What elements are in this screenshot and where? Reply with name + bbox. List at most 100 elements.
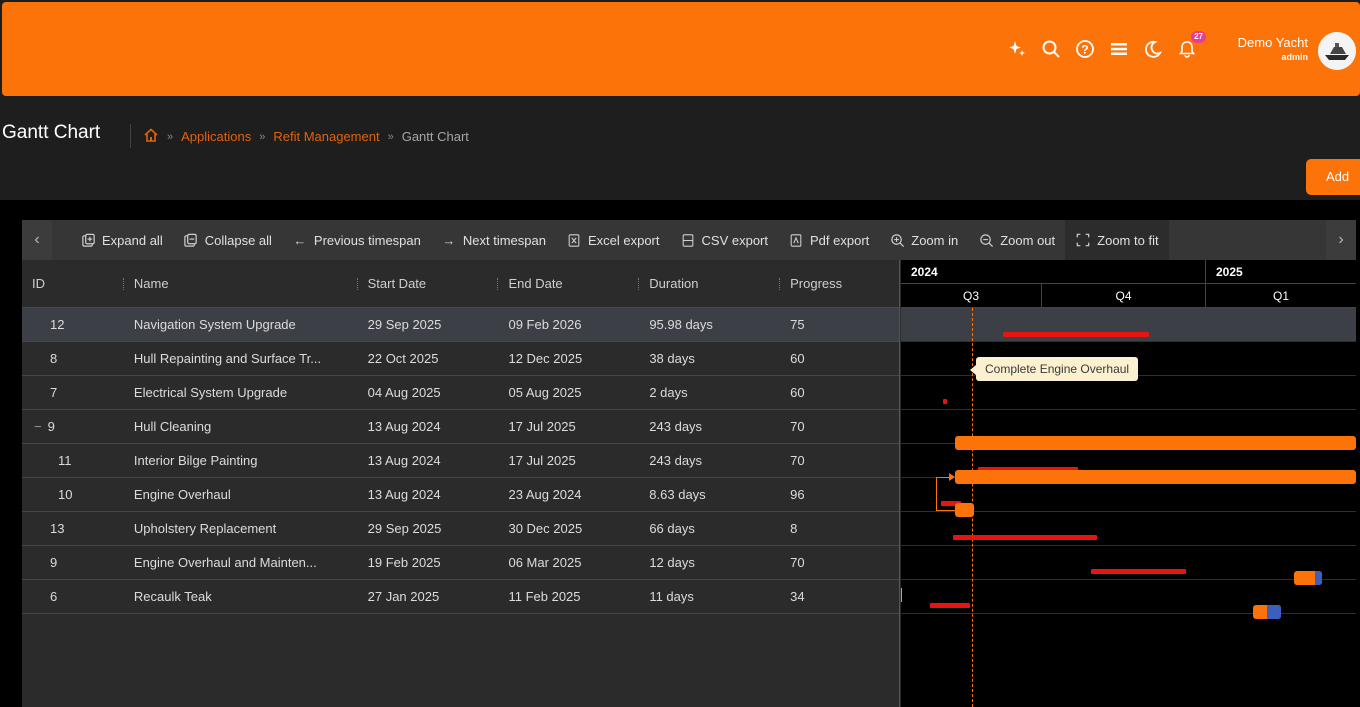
- row-end: 09 Feb 2026: [508, 317, 582, 332]
- gantt-toolbar: ‹ Expand all Collapse all ← Previous tim…: [22, 220, 1356, 260]
- pdf-export-label: Pdf export: [810, 232, 870, 248]
- task-bar[interactable]: [955, 470, 1356, 484]
- user-name: Demo Yacht: [1237, 35, 1308, 50]
- zoom-to-fit-button[interactable]: Zoom to fit: [1065, 220, 1169, 260]
- row-name: Upholstery Replacement: [133, 521, 277, 536]
- row-name: Hull Repainting and Surface Tr...: [133, 351, 322, 366]
- row-end: 30 Dec 2025: [508, 521, 583, 536]
- previous-timespan-button[interactable]: ← Previous timespan: [282, 220, 431, 260]
- row-duration: 11 days: [649, 589, 694, 604]
- row-id-cell: −9: [22, 419, 124, 434]
- grid-header: ID Name Start Date End Date Duration Pro…: [22, 260, 899, 308]
- timeline-year: 2025: [1205, 260, 1356, 284]
- zoom-out-label: Zoom out: [1000, 232, 1056, 248]
- task-bar[interactable]: [1294, 571, 1322, 585]
- chart-row: [901, 512, 1356, 546]
- row-duration: 243 days: [649, 419, 703, 434]
- column-header-progress[interactable]: Progress: [780, 260, 899, 307]
- bell-icon[interactable]: 27: [1176, 31, 1206, 60]
- column-header-name[interactable]: Name: [124, 260, 358, 307]
- help-icon[interactable]: ?: [1074, 38, 1096, 60]
- breadcrumb: » Applications » Refit Management » Gant…: [143, 127, 469, 146]
- table-row[interactable]: 12 Navigation System Upgrade 29 Sep 2025…: [22, 308, 899, 342]
- sparkle-icon[interactable]: [1006, 38, 1028, 60]
- gantt-chart-area: 2024 2025 Q3 Q4 Q1 Complete Engine Overh…: [901, 260, 1356, 707]
- next-timespan-label: Next timespan: [462, 232, 546, 248]
- baseline-bar[interactable]: [1091, 569, 1186, 574]
- excel-export-button[interactable]: Excel export: [556, 220, 670, 260]
- breadcrumb-separator-icon: »: [167, 130, 174, 143]
- next-timespan-button[interactable]: → Next timespan: [431, 220, 556, 260]
- search-icon[interactable]: [1040, 38, 1062, 60]
- row-end: 12 Dec 2025: [508, 351, 583, 366]
- column-header-start-date[interactable]: Start Date: [358, 260, 499, 307]
- column-header-id[interactable]: ID: [22, 260, 124, 307]
- arrow-right-icon: →: [442, 232, 456, 248]
- pdf-export-button[interactable]: Pdf export: [778, 220, 879, 260]
- task-bar[interactable]: [955, 436, 1356, 450]
- excel-export-label: Excel export: [587, 232, 660, 248]
- breadcrumb-refit-management[interactable]: Refit Management: [273, 129, 379, 144]
- svg-text:?: ?: [1081, 43, 1088, 57]
- row-id: 13: [50, 521, 65, 536]
- chart-row: [901, 546, 1356, 580]
- row-name: Engine Overhaul and Mainten...: [133, 555, 317, 570]
- row-name: Navigation System Upgrade: [133, 317, 296, 332]
- row-progress: 70: [790, 555, 805, 570]
- page-title: Gantt Chart: [2, 122, 101, 143]
- zoom-in-button[interactable]: Zoom in: [879, 220, 968, 260]
- avatar[interactable]: [1318, 32, 1356, 70]
- task-bar[interactable]: [1253, 605, 1281, 619]
- user-info[interactable]: Demo Yacht admin: [1238, 35, 1308, 63]
- moon-icon[interactable]: [1142, 38, 1164, 60]
- add-button[interactable]: Add: [1306, 159, 1360, 195]
- row-duration: 66 days: [649, 521, 695, 536]
- table-row[interactable]: 11 Interior Bilge Painting 13 Aug 2024 1…: [22, 444, 899, 478]
- table-row[interactable]: 6 Recaulk Teak 27 Jan 2025 11 Feb 2025 1…: [22, 580, 899, 614]
- home-icon[interactable]: [143, 127, 159, 146]
- row-id: 12: [50, 317, 65, 332]
- task-bar[interactable]: [955, 503, 974, 517]
- expand-all-button[interactable]: Expand all: [52, 220, 173, 260]
- column-header-duration[interactable]: Duration: [639, 260, 780, 307]
- table-row[interactable]: 8 Hull Repainting and Surface Tr... 22 O…: [22, 342, 899, 376]
- collapse-toggle-icon[interactable]: −: [34, 419, 42, 434]
- row-end: 23 Aug 2024: [508, 487, 582, 502]
- row-duration: 2 days: [649, 385, 688, 400]
- row-end: 17 Jul 2025: [508, 419, 576, 434]
- table-row[interactable]: 13 Upholstery Replacement 29 Sep 2025 30…: [22, 512, 899, 546]
- zoom-out-button[interactable]: Zoom out: [968, 220, 1065, 260]
- table-row[interactable]: −9 Hull Cleaning 13 Aug 2024 17 Jul 2025…: [22, 410, 899, 444]
- baseline-bar[interactable]: [930, 603, 970, 608]
- row-start: 27 Jan 2025: [367, 589, 440, 604]
- breadcrumb-current: Gantt Chart: [401, 129, 469, 144]
- breadcrumb-applications[interactable]: Applications: [181, 129, 251, 144]
- row-end: 11 Feb 2025: [508, 589, 581, 604]
- toolbar-scroll-right-icon[interactable]: ›: [1326, 220, 1356, 260]
- header-icons: ? 27: [1006, 31, 1206, 60]
- table-row[interactable]: 9 Engine Overhaul and Mainten... 19 Feb …: [22, 546, 899, 580]
- toolbar-scroll-left-icon[interactable]: ‹: [22, 220, 52, 260]
- baseline-bar[interactable]: [943, 399, 947, 404]
- table-row[interactable]: 10 Engine Overhaul 13 Aug 2024 23 Aug 20…: [22, 478, 899, 512]
- row-id: 11: [58, 453, 72, 468]
- row-name: Engine Overhaul: [133, 487, 231, 502]
- csv-export-button[interactable]: CSV export: [670, 220, 778, 260]
- row-end: 06 Mar 2025: [508, 555, 582, 570]
- collapse-icon: [183, 232, 199, 248]
- row-start: 13 Aug 2024: [367, 419, 441, 434]
- collapse-all-button[interactable]: Collapse all: [173, 220, 282, 260]
- row-start: 19 Feb 2025: [367, 555, 441, 570]
- baseline-bar[interactable]: [953, 535, 1097, 540]
- splitter-grip-icon[interactable]: [901, 588, 902, 602]
- row-name: Interior Bilge Painting: [133, 453, 258, 468]
- row-progress: 70: [790, 453, 805, 468]
- menu-icon[interactable]: [1108, 38, 1130, 60]
- row-id: 7: [50, 385, 58, 400]
- baseline-bar[interactable]: [1003, 332, 1149, 337]
- breadcrumb-separator-icon: »: [387, 130, 394, 143]
- column-header-end-date[interactable]: End Date: [498, 260, 640, 307]
- dependency-connector: [936, 510, 955, 511]
- dependency-connector: [936, 477, 950, 510]
- table-row[interactable]: 7 Electrical System Upgrade 04 Aug 2025 …: [22, 376, 899, 410]
